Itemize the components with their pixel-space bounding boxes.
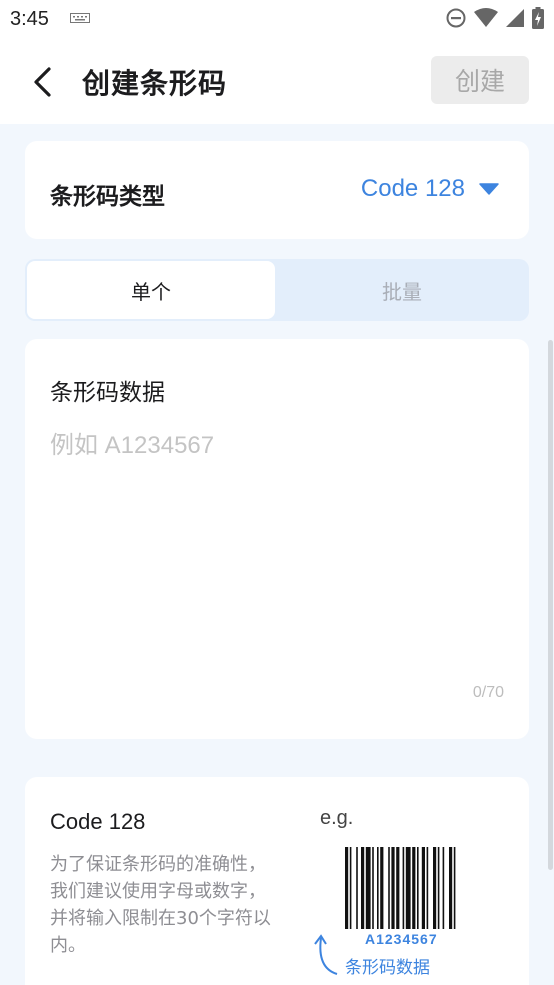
barcode-type-card: 条形码类型 Code 128 xyxy=(25,141,529,239)
create-button[interactable]: 创建 xyxy=(431,56,529,104)
curved-arrow-icon xyxy=(314,934,338,975)
character-counter: 0/70 xyxy=(472,684,504,701)
scrollbar[interactable] xyxy=(548,340,553,870)
barcode-bar xyxy=(453,847,456,929)
example-caption: 条形码数据 xyxy=(345,958,430,978)
status-bar: 3:45 xyxy=(0,0,554,38)
barcode-data-input[interactable] xyxy=(50,425,500,665)
example-barcode-value: A1234567 xyxy=(365,931,438,947)
keyboard-icon xyxy=(70,13,90,23)
barcode-bar xyxy=(349,847,352,929)
tab-single[interactable]: 单个 xyxy=(27,261,275,319)
barcode-type-label: 条形码类型 xyxy=(50,184,165,210)
barcode-bar xyxy=(377,847,379,929)
app-bar: 创建条形码 创建 xyxy=(0,38,554,124)
dropdown-triangle-icon xyxy=(479,183,499,195)
wifi-icon xyxy=(474,8,498,27)
back-arrow-icon xyxy=(34,67,51,97)
barcode-type-value: Code 128 xyxy=(360,175,465,202)
status-time: 3:45 xyxy=(10,8,49,30)
barcode-bar xyxy=(361,847,365,929)
tab-batch[interactable]: 批量 xyxy=(277,261,527,319)
barcode-bar xyxy=(396,847,400,929)
barcode-bar xyxy=(426,847,429,929)
barcode-bar xyxy=(449,847,453,929)
barcode-bar xyxy=(380,847,384,929)
barcode-bar xyxy=(421,847,425,929)
barcode-bar xyxy=(412,847,416,929)
example-barcode-image xyxy=(345,847,456,929)
back-button[interactable] xyxy=(26,62,60,102)
barcode-data-card: 条形码数据 0/70 xyxy=(25,339,529,739)
barcode-bar xyxy=(365,847,371,929)
battery-charging-icon xyxy=(532,7,544,29)
barcode-bar xyxy=(391,847,395,929)
barcode-bar xyxy=(356,847,358,929)
barcode-bar xyxy=(372,847,374,929)
barcode-bar xyxy=(388,847,390,929)
do-not-disturb-icon xyxy=(446,8,466,28)
barcode-type-dropdown[interactable]: Code 128 xyxy=(361,175,499,203)
barcode-bar xyxy=(442,847,445,929)
barcode-bar xyxy=(345,847,349,929)
barcode-bar xyxy=(417,847,419,929)
barcode-bar xyxy=(405,847,411,929)
info-description: 为了保证条形码的准确性，我们建议使用字母或数字，并将输入限制在30个字符以内。 xyxy=(50,854,271,956)
barcode-bar xyxy=(433,847,437,929)
page-title: 创建条形码 xyxy=(82,67,228,100)
mode-tabs: 单个 批量 xyxy=(25,259,529,321)
cellular-signal-icon xyxy=(506,9,524,27)
barcode-data-label: 条形码数据 xyxy=(50,380,165,406)
barcode-info-card: Code 128 为了保证条形码的准确性，我们建议使用字母或数字，并将输入限制在… xyxy=(25,777,529,985)
barcode-bar xyxy=(437,847,440,929)
info-title: Code 128 xyxy=(50,809,146,834)
barcode-bar xyxy=(402,847,405,929)
example-label: e.g. xyxy=(320,807,354,829)
